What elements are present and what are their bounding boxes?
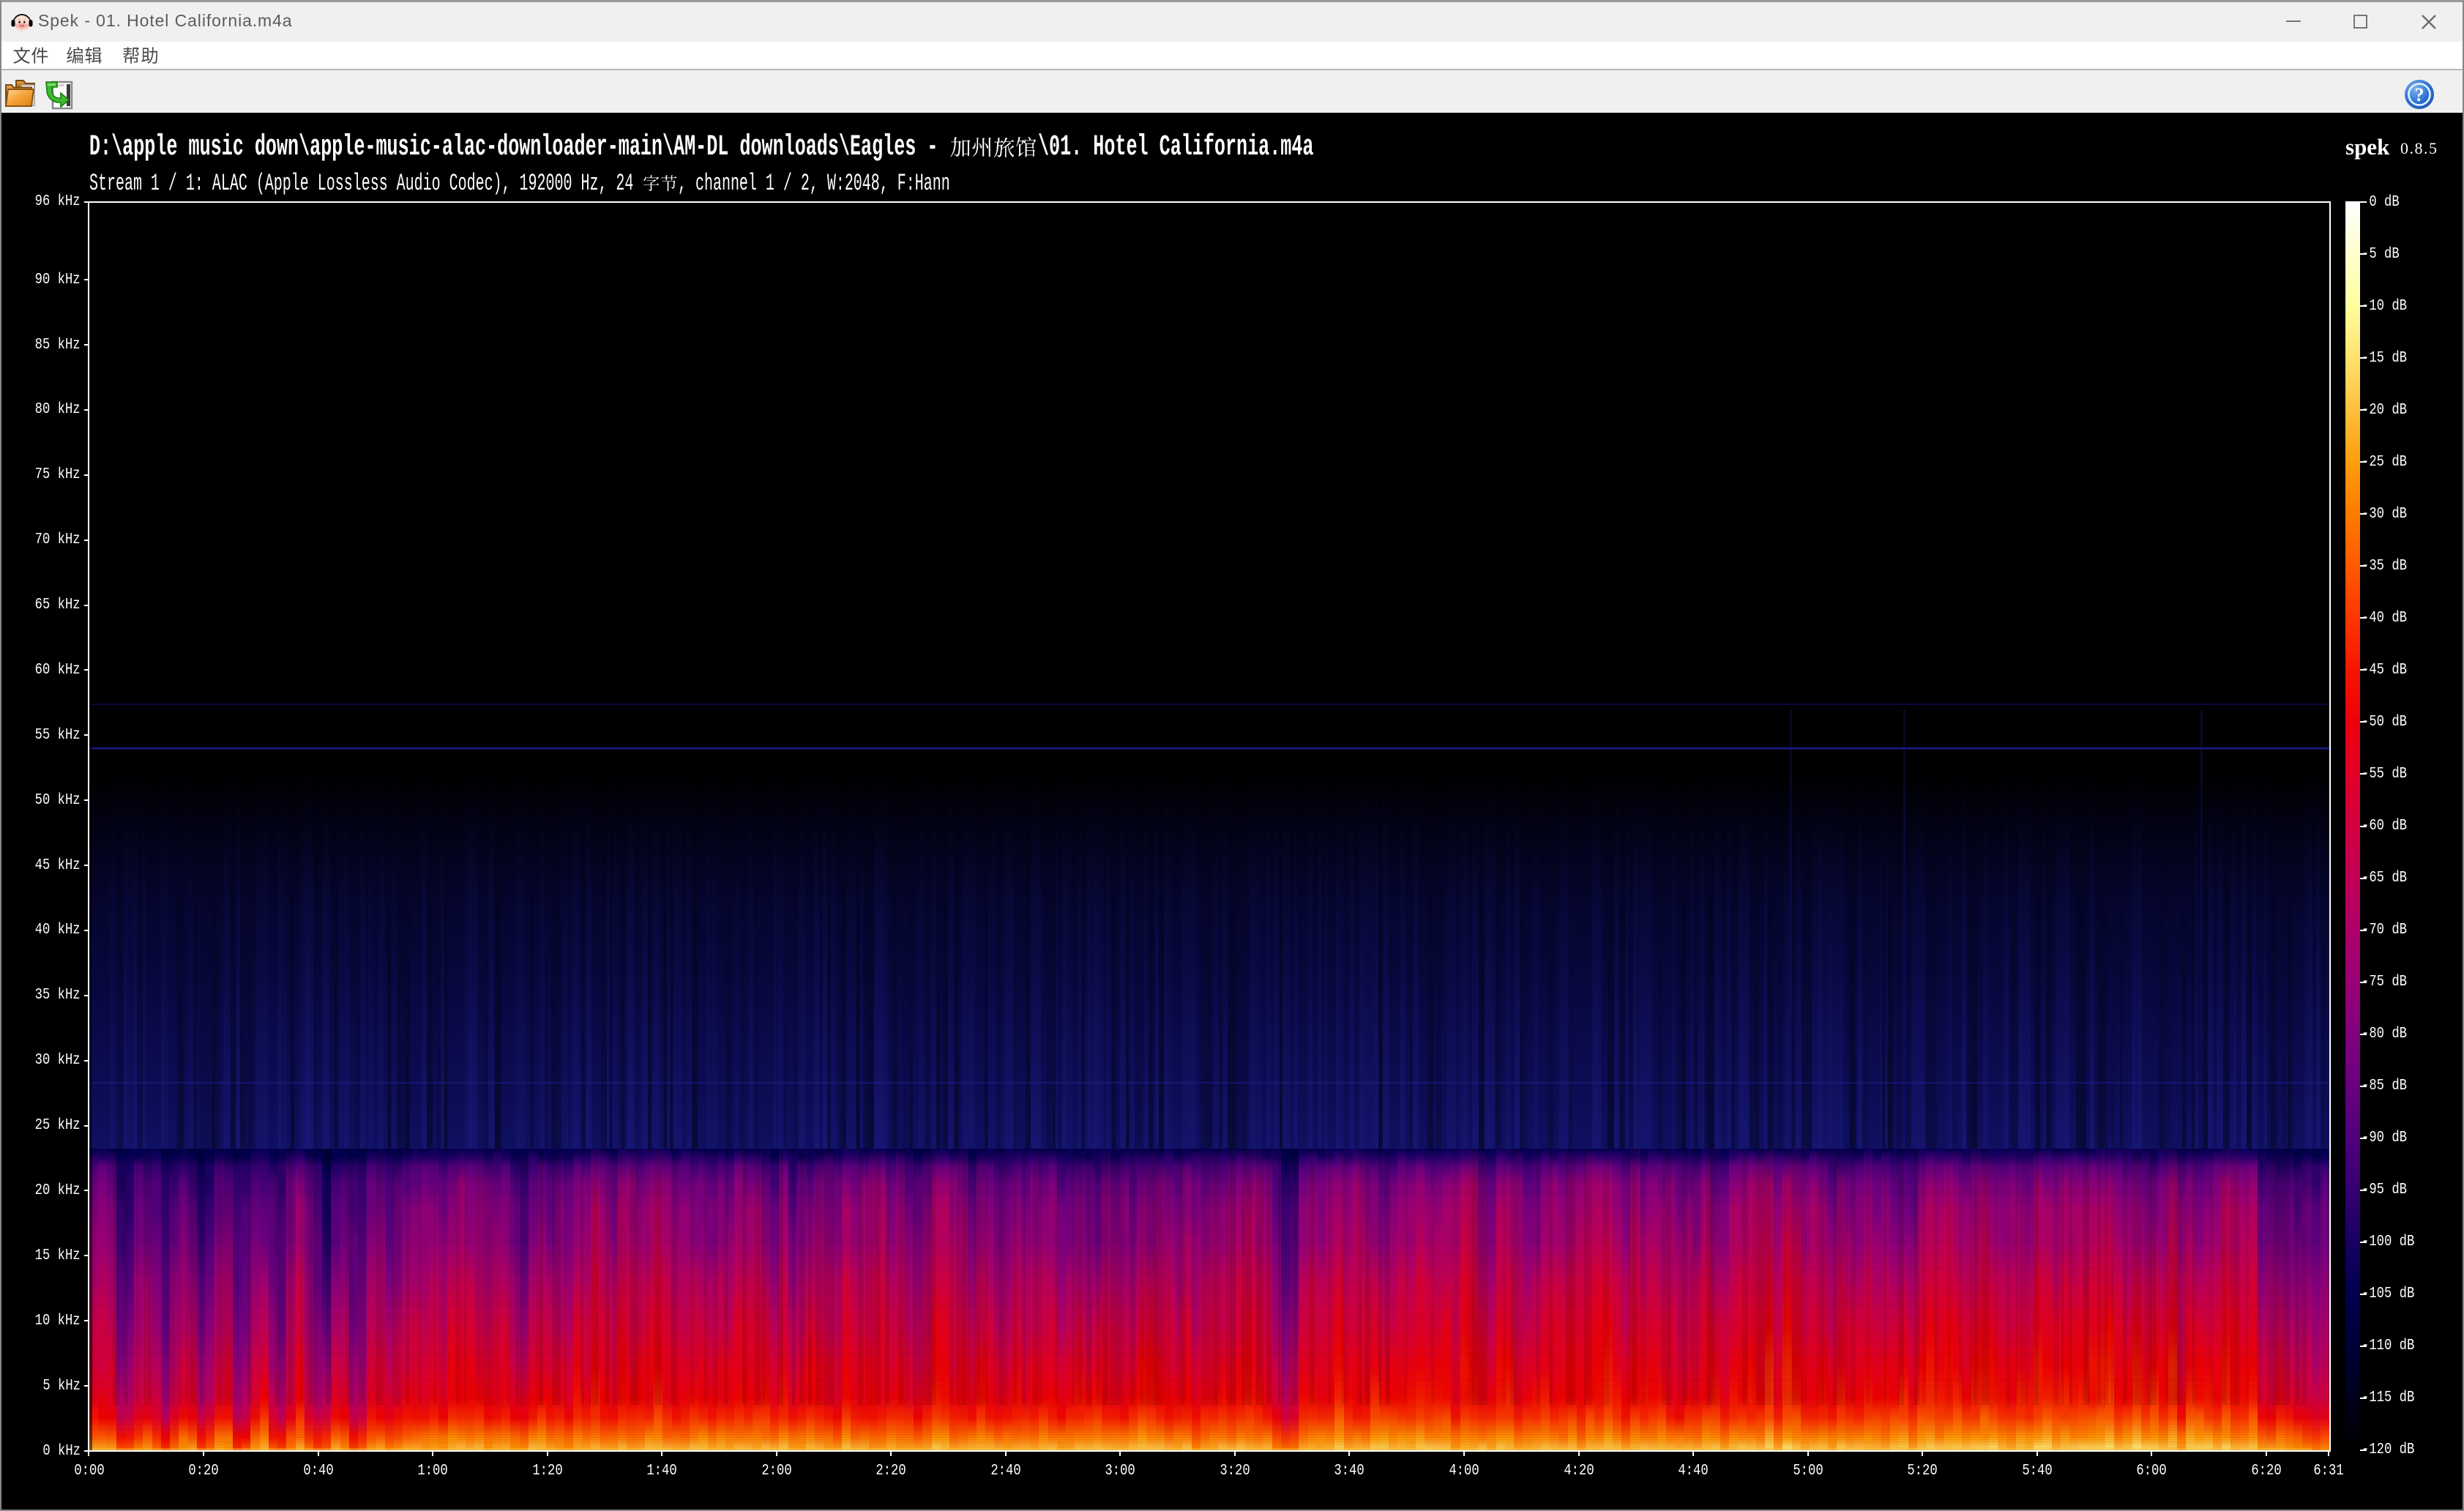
svg-text:?: ? — [2415, 84, 2424, 105]
